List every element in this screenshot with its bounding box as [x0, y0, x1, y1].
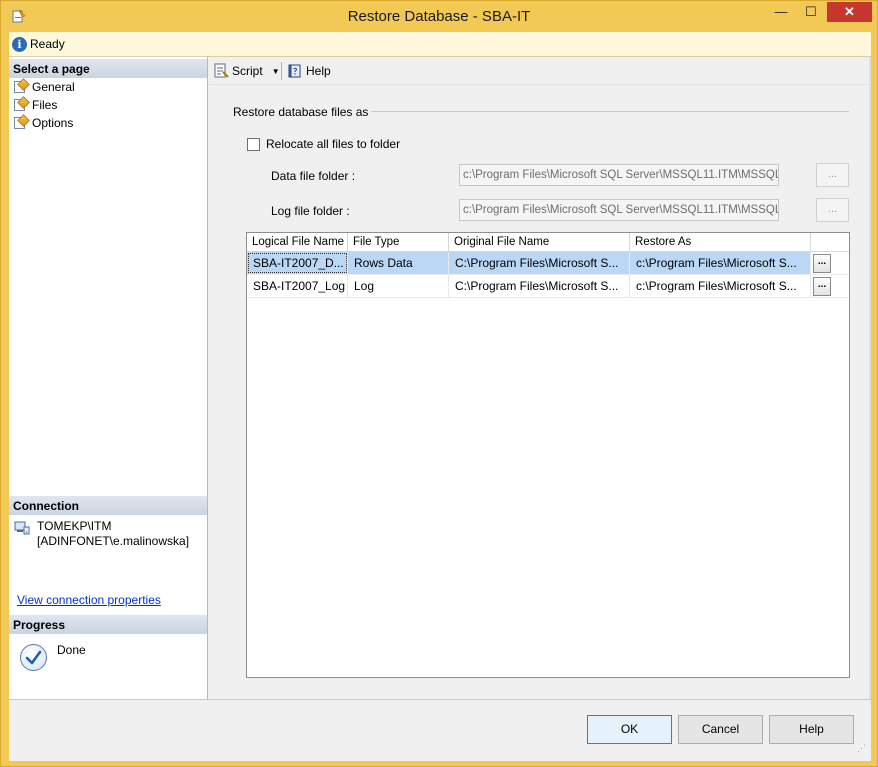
connection-info: TOMEKP\ITM [ADINFONET\e.malinowska]: [37, 519, 189, 549]
help-label: Help: [306, 64, 331, 78]
log-file-folder-input[interactable]: c:\Program Files\Microsoft SQL Server\MS…: [459, 199, 779, 221]
restore-as-browse-button[interactable]: ...: [813, 254, 831, 273]
vertical-scrollbar[interactable]: [869, 57, 871, 699]
help-toolbar-button[interactable]: Help: [287, 62, 331, 80]
cell-logical-name[interactable]: SBA-IT2007_Log: [247, 275, 348, 297]
connection-user: [ADINFONET\e.malinowska]: [37, 534, 190, 548]
cell-file-type[interactable]: Rows Data: [348, 252, 449, 274]
files-page: Script ▼ Help Restore database files as: [209, 57, 871, 699]
page-item-label: Options: [32, 116, 74, 130]
status-text: Ready: [30, 37, 65, 51]
cell-restore-as[interactable]: c:\Program Files\Microsoft S...: [630, 252, 811, 274]
page-item-options[interactable]: Options: [13, 114, 73, 132]
script-icon: [214, 63, 229, 78]
table-row[interactable]: SBA-IT2007_D... Rows Data C:\Program Fil…: [247, 252, 849, 275]
dialog-buttons: OK Cancel Help ⋰: [9, 699, 871, 761]
data-file-folder-label: Data file folder :: [271, 169, 356, 183]
info-icon: i: [12, 37, 27, 52]
restore-as-browse-button[interactable]: ...: [813, 277, 831, 296]
title-bar[interactable]: Restore Database - SBA-IT — ☐ ✕: [1, 1, 877, 32]
page-item-general[interactable]: General: [13, 78, 75, 96]
server-connection-icon: [14, 521, 30, 535]
page-item-files[interactable]: Files: [13, 96, 57, 114]
left-pane: Select a page General Files Options Conn…: [9, 57, 208, 699]
toolbar: Script ▼ Help: [209, 57, 871, 85]
script-label: Script: [232, 64, 263, 78]
page-wand-icon: [13, 114, 30, 130]
restore-database-window: Restore Database - SBA-IT — ☐ ✕ i Ready …: [0, 0, 878, 767]
cell-file-type[interactable]: Log: [348, 275, 449, 297]
log-file-folder-label: Log file folder :: [271, 204, 350, 218]
group-divider: [371, 111, 849, 112]
data-file-folder-input[interactable]: c:\Program Files\Microsoft SQL Server\MS…: [459, 164, 779, 186]
cell-logical-name[interactable]: SBA-IT2007_D...: [247, 252, 348, 274]
window-title: Restore Database - SBA-IT: [347, 8, 531, 25]
script-button[interactable]: Script ▼: [213, 62, 280, 80]
help-button[interactable]: Help: [769, 715, 854, 744]
connection-server: TOMEKP\ITM: [37, 519, 112, 533]
column-header-restore-as[interactable]: Restore As: [630, 233, 811, 252]
maximize-button[interactable]: ☐: [797, 2, 825, 22]
dropdown-arrow-icon[interactable]: ▼: [272, 67, 280, 76]
page-item-label: General: [32, 80, 75, 94]
done-check-icon: [20, 644, 47, 671]
connection-header: Connection: [9, 496, 207, 515]
page-item-label: Files: [32, 98, 58, 112]
select-page-header: Select a page: [9, 59, 207, 78]
log-folder-browse-button[interactable]: ...: [816, 198, 849, 222]
page-wand-icon: [13, 96, 30, 112]
toolbar-separator: [281, 62, 282, 80]
column-header-type[interactable]: File Type: [348, 233, 449, 252]
cancel-button[interactable]: Cancel: [678, 715, 763, 744]
restore-files-group-label: Restore database files as: [233, 105, 369, 119]
relocate-checkbox-row[interactable]: Relocate all files to folder: [247, 137, 400, 151]
status-bar: i Ready: [9, 32, 871, 57]
progress-header: Progress: [9, 615, 207, 634]
close-button[interactable]: ✕: [827, 2, 872, 22]
data-folder-browse-button[interactable]: ...: [816, 163, 849, 187]
files-grid[interactable]: Logical File Name File Type Original Fil…: [246, 232, 850, 678]
table-row[interactable]: SBA-IT2007_Log Log C:\Program Files\Micr…: [247, 275, 849, 298]
column-header-logical[interactable]: Logical File Name: [247, 233, 348, 252]
help-book-icon: [288, 64, 301, 78]
minimize-button[interactable]: —: [767, 2, 795, 22]
cell-restore-as[interactable]: c:\Program Files\Microsoft S...: [630, 275, 811, 297]
page-wand-icon: [13, 78, 30, 94]
cell-original-file-name[interactable]: C:\Program Files\Microsoft S...: [449, 275, 630, 297]
relocate-label: Relocate all files to folder: [266, 137, 401, 151]
dialog-content: Select a page General Files Options Conn…: [9, 57, 871, 699]
view-connection-properties-link[interactable]: View connection properties: [17, 593, 161, 607]
column-header-original[interactable]: Original File Name: [449, 233, 630, 252]
relocate-checkbox[interactable]: [247, 137, 260, 151]
grid-header: Logical File Name File Type Original Fil…: [247, 233, 849, 252]
ok-button[interactable]: OK: [587, 715, 672, 744]
progress-status: Done: [57, 643, 86, 657]
resize-grip-icon[interactable]: ⋰: [857, 744, 869, 758]
cell-original-file-name[interactable]: C:\Program Files\Microsoft S...: [449, 252, 630, 274]
